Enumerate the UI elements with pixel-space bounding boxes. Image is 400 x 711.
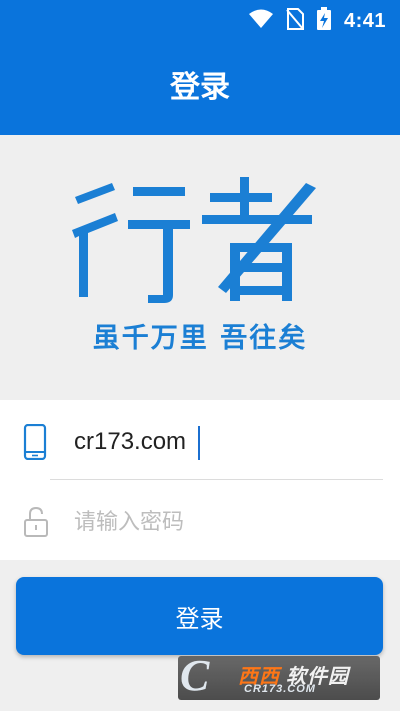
slogan: 虽千万里 吾往矣 [92, 323, 308, 354]
password-row [0, 480, 400, 560]
login-form [0, 400, 400, 560]
app-header: 4:41 登录 [0, 0, 400, 135]
no-sim-icon [286, 8, 304, 34]
wifi-icon [248, 9, 274, 33]
text-cursor [198, 426, 200, 460]
site-watermark: C 西西 软件园 CR173.COM [178, 651, 380, 700]
watermark-logo: C [180, 651, 210, 700]
login-button[interactable]: 登录 [16, 577, 383, 655]
brand-area: 虽千万里 吾往矣 [0, 135, 400, 399]
status-bar: 4:41 [248, 7, 386, 35]
phone-row [0, 400, 400, 480]
password-input[interactable] [74, 500, 374, 544]
app-logo [72, 177, 316, 303]
watermark-url: CR173.COM [244, 683, 316, 695]
phone-icon [22, 423, 50, 461]
battery-charging-icon [316, 7, 332, 35]
field-divider [50, 479, 383, 480]
status-time: 4:41 [343, 9, 386, 32]
phone-input[interactable] [74, 420, 374, 464]
page-title: 登录 [170, 70, 230, 105]
lock-icon [22, 504, 50, 540]
